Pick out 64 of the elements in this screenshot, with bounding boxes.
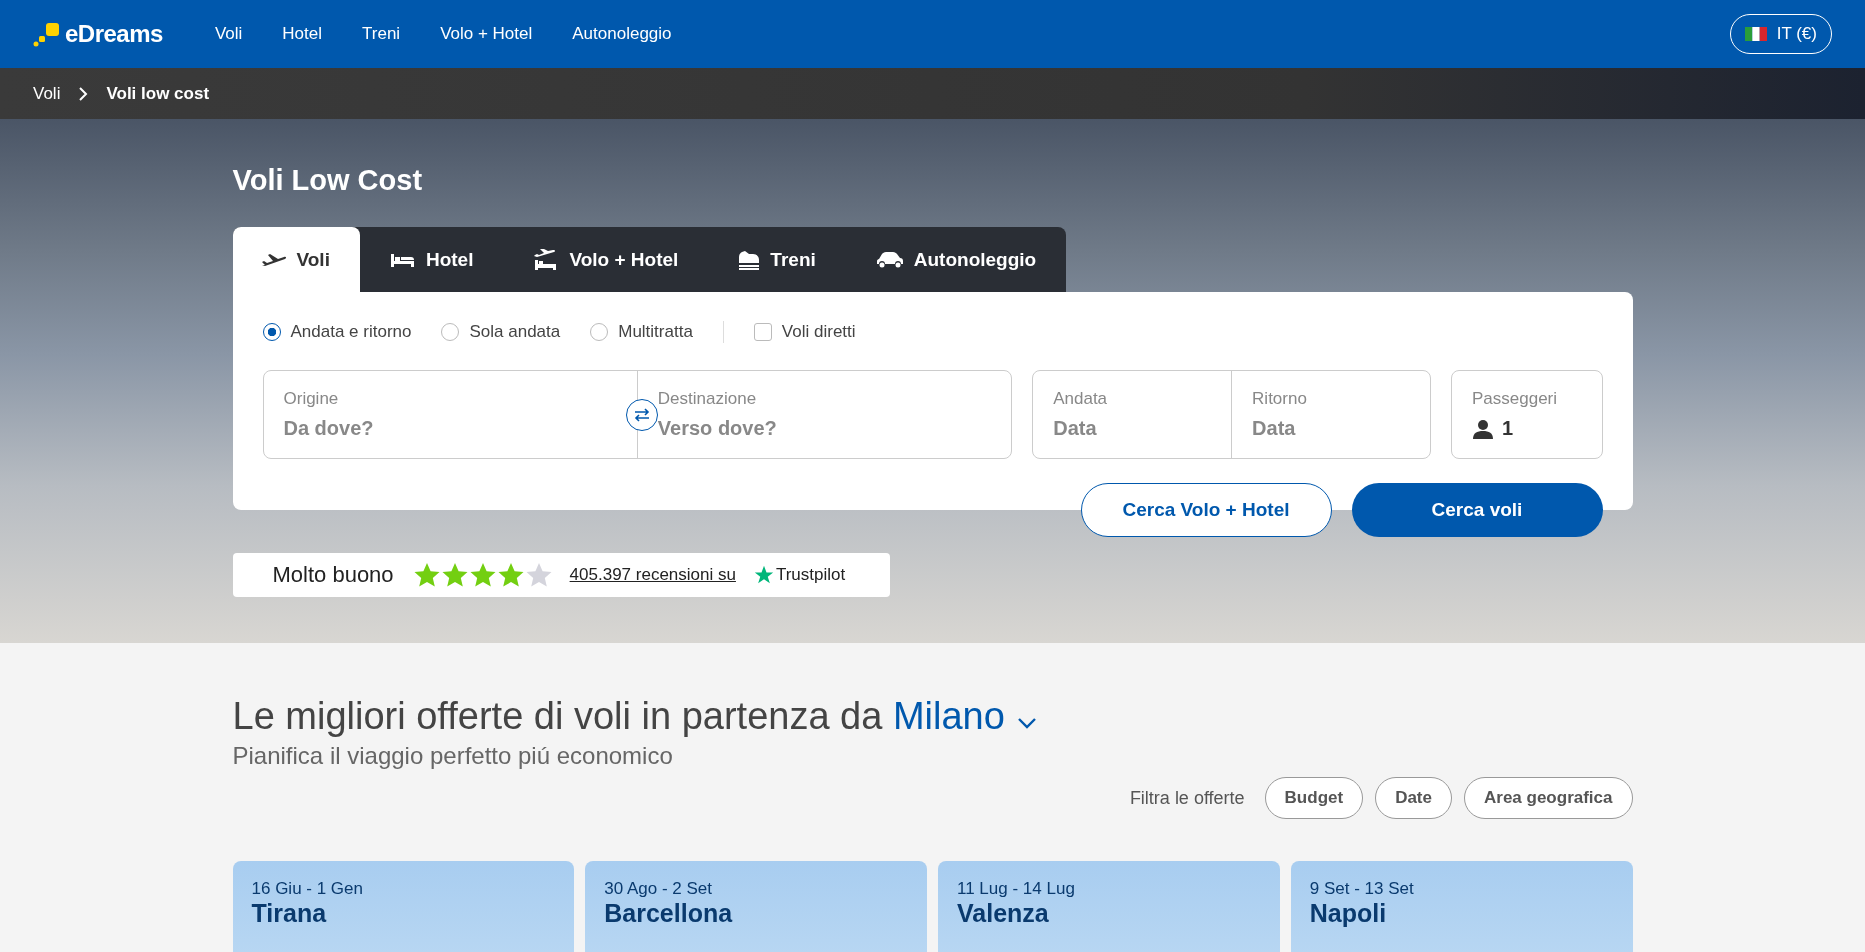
breadcrumb-link[interactable]: Voli (33, 83, 61, 104)
radio-option[interactable]: Multitratta (590, 322, 693, 342)
tab[interactable]: Hotel (359, 227, 504, 292)
filter-chip[interactable]: Date (1375, 777, 1452, 819)
swap-arrows-icon (632, 408, 651, 422)
bed-icon (389, 251, 416, 268)
card-city: Napoli (1309, 899, 1387, 928)
nav-link[interactable]: Autonoleggio (572, 24, 672, 44)
card-dates: 16 Giu - 1 Gen (251, 879, 363, 899)
filter-label: Filtra le offerte (1129, 787, 1245, 809)
chevron-down-icon[interactable] (1016, 717, 1037, 729)
destination-card[interactable]: 9 Set - 13 Set Napoli (1290, 861, 1633, 952)
card-city: Barcellona (604, 899, 733, 928)
rating-label: Molto buono (272, 562, 394, 588)
offers-heading: Le migliori offerte di voli in partenza da Milano (232, 695, 1005, 737)
brand-name: Trustpilot (775, 565, 846, 585)
star-icon (413, 562, 440, 588)
star-icon (441, 562, 468, 588)
card-city: Valenza (957, 899, 1049, 928)
field-label: Ritorno (1252, 389, 1308, 409)
flag-icon (1744, 27, 1767, 41)
person-icon (1471, 418, 1494, 439)
filter-chip[interactable]: Area geografica (1464, 777, 1633, 819)
field-label: Destinazione (657, 389, 758, 409)
field-label: Origine (283, 389, 340, 409)
chevron-right-icon (78, 86, 89, 101)
plane-icon (260, 251, 287, 268)
destination-card[interactable]: 11 Lug - 14 Lug Valenza (938, 861, 1280, 952)
logo-text: eDreams (65, 20, 163, 48)
search-flights-button[interactable]: Cerca voli (1351, 483, 1603, 537)
tab[interactable]: Treni (708, 227, 846, 292)
hero-title: Voli Low Cost (232, 163, 424, 197)
logo[interactable]: eDreams (33, 20, 163, 48)
star-icon (497, 562, 524, 588)
tab[interactable]: Voli (232, 227, 360, 292)
destination-card[interactable]: 16 Giu - 1 Gen Tirana (232, 861, 575, 952)
passengers-field[interactable]: Passeggeri 1 (1450, 370, 1603, 459)
car-icon (875, 250, 904, 269)
nav-link[interactable]: Voli (214, 24, 243, 44)
tab[interactable]: Volo + Hotel (503, 227, 709, 292)
swap-button[interactable] (625, 399, 658, 431)
card-dates: 30 Ago - 2 Set (604, 879, 712, 899)
destination-card[interactable]: 30 Ago - 2 Set Barcellona (585, 861, 927, 952)
filter-chip[interactable]: Budget (1264, 777, 1364, 819)
nav-link[interactable]: Hotel (282, 24, 322, 44)
logo-icon (33, 21, 59, 47)
star-icon (469, 562, 496, 588)
radio-option[interactable]: Sola andata (441, 322, 561, 342)
card-dates: 9 Set - 13 Set (1309, 879, 1414, 899)
card-dates: 11 Lug - 14 Lug (957, 879, 1075, 899)
radio-option[interactable]: Andata e ritorno (262, 322, 412, 342)
checkbox-option[interactable]: Voli diretti (753, 322, 856, 342)
tab[interactable]: Autonoleggio (845, 227, 1067, 292)
star-icon (525, 562, 552, 588)
field-label: Andata (1053, 389, 1109, 409)
nav-link[interactable]: Volo + Hotel (440, 24, 533, 44)
offers-subtitle: Pianifica il viaggio perfetto piú economico (232, 741, 674, 771)
search-flight-hotel-button[interactable]: Cerca Volo + Hotel (1080, 483, 1332, 537)
nav-link[interactable]: Treni (362, 24, 401, 44)
star-logo-icon (753, 565, 774, 585)
train-icon (738, 249, 761, 270)
breadcrumb-current: Voli low cost (106, 83, 210, 104)
card-city: Tirana (251, 899, 327, 928)
reviews-link[interactable]: 405.397 recensioni su (569, 565, 736, 585)
